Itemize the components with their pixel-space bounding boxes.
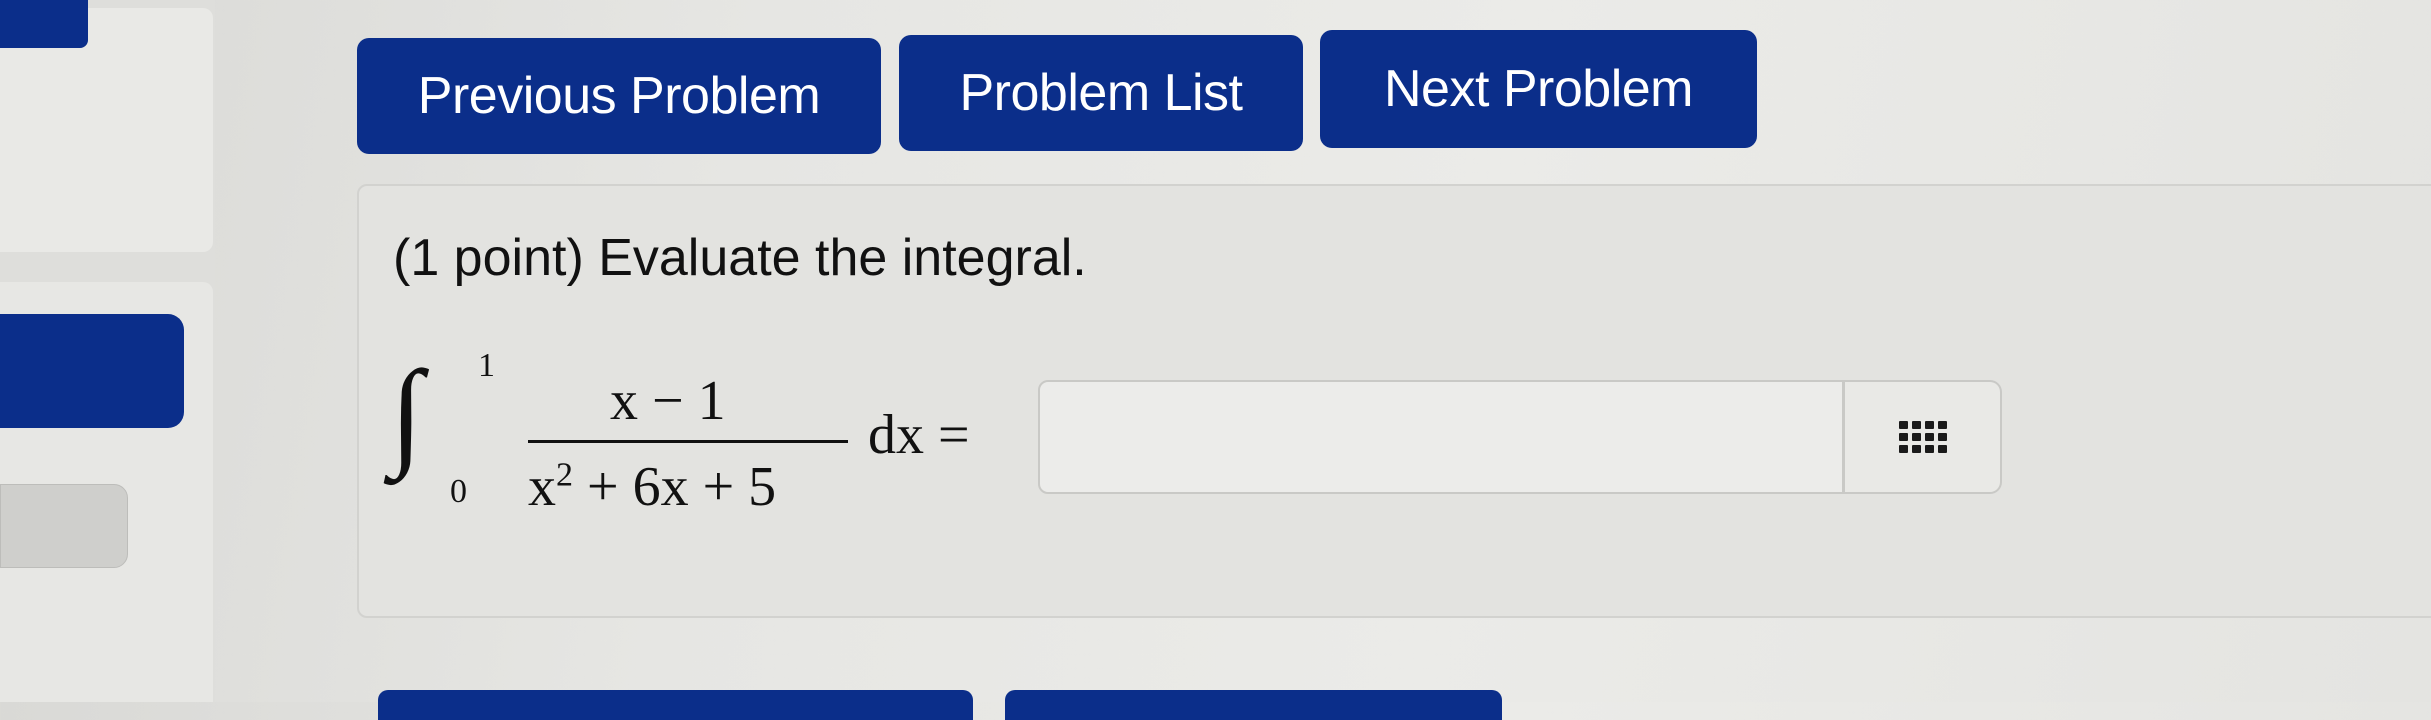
problem-statement: (1 point) Evaluate the integral.	[393, 229, 1087, 287]
problem-list-button[interactable]: Problem List	[899, 35, 1303, 151]
next-problem-button[interactable]: Next Problem	[1320, 30, 1757, 148]
fraction-bar	[528, 440, 848, 443]
integral-expression: ∫ 1 0 x − 1 x2 + 6x + 5 dx =	[390, 345, 1030, 525]
keypad-grid-icon	[1898, 421, 1947, 453]
differential-equals: dx =	[868, 404, 970, 466]
bottom-button-left[interactable]	[378, 690, 973, 720]
denominator-rest: + 6x + 5	[573, 456, 777, 518]
fraction-denominator: x2 + 6x + 5	[528, 455, 776, 519]
sidebar-secondary-button[interactable]	[0, 484, 128, 568]
previous-problem-button[interactable]: Previous Problem	[357, 38, 881, 154]
sidebar-top-button[interactable]	[0, 0, 88, 48]
bottom-button-right[interactable]	[1005, 690, 1502, 720]
math-keypad-button[interactable]	[1844, 380, 2002, 494]
denominator-exponent: 2	[556, 456, 573, 494]
fraction-numerator: x − 1	[610, 370, 726, 432]
lower-limit: 0	[450, 473, 467, 510]
sidebar-primary-button[interactable]	[0, 314, 184, 428]
answer-input[interactable]	[1038, 380, 1844, 494]
left-sidebar	[0, 0, 215, 702]
integral-sign: ∫	[390, 346, 423, 479]
denominator-base: x	[528, 456, 556, 518]
upper-limit: 1	[478, 347, 495, 384]
